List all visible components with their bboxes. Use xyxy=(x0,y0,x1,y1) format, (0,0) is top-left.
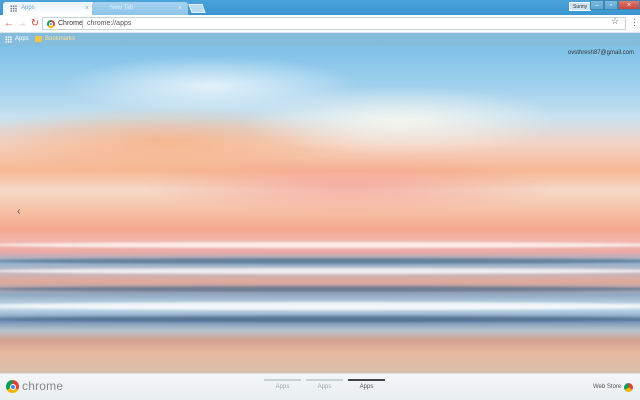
background-wave xyxy=(0,302,640,310)
apps-footer: chrome Apps Apps Apps Web Store xyxy=(0,373,640,400)
minimize-button[interactable]: – xyxy=(590,0,604,10)
url-text[interactable]: chrome://apps xyxy=(87,18,131,29)
bookmark-label: Bookmarks xyxy=(45,36,76,42)
page-switcher-apps-1[interactable]: Apps xyxy=(264,379,301,390)
background-sunset-glow xyxy=(140,156,560,216)
background-wave xyxy=(0,286,640,292)
forward-arrow-icon[interactable]: → xyxy=(16,18,28,30)
address-bar[interactable]: Chrome chrome://apps xyxy=(42,17,626,30)
bookmark-label: Apps xyxy=(15,36,29,42)
chrome-logo-icon xyxy=(6,380,19,393)
page-switcher-apps-3[interactable]: Apps xyxy=(348,379,385,390)
close-window-button[interactable]: × xyxy=(618,0,640,10)
background-cloud xyxy=(240,86,560,156)
close-icon[interactable]: × xyxy=(85,2,89,15)
web-store-icon[interactable] xyxy=(624,383,633,392)
page-label: Apps xyxy=(317,384,332,390)
background-wave xyxy=(0,268,640,274)
web-store-link[interactable]: Web Store xyxy=(593,384,621,390)
apps-page: ovsthresh87@gmail.com ‹ xyxy=(0,46,640,373)
background-wave xyxy=(0,258,640,264)
omnibox-chip: Chrome xyxy=(58,20,83,27)
bookmarks-bar: Apps Bookmarks xyxy=(0,33,640,46)
tab-apps[interactable]: Apps × xyxy=(3,2,95,15)
separator xyxy=(82,20,83,28)
page-indicator xyxy=(348,379,385,381)
profile-button[interactable]: Sunny xyxy=(569,2,592,11)
toolbar: ← → ↻ Chrome chrome://apps ☆ ⋮ xyxy=(0,15,640,33)
menu-icon[interactable]: ⋮ xyxy=(630,18,639,27)
title-bar: Apps × New Tab × Sunny – ▫ × xyxy=(0,0,640,15)
bookmark-apps[interactable]: Apps xyxy=(5,33,29,46)
tab-new-tab[interactable]: New Tab × xyxy=(92,2,188,15)
background-wave xyxy=(0,316,640,322)
page-switcher-apps-2[interactable]: Apps xyxy=(306,379,343,390)
chrome-wordmark: chrome xyxy=(22,379,64,393)
apps-grid-icon xyxy=(5,36,12,43)
folder-icon xyxy=(35,36,42,42)
chrome-icon xyxy=(47,20,55,28)
reload-icon[interactable]: ↻ xyxy=(29,18,41,30)
page-indicator xyxy=(264,379,301,381)
page-label: Apps xyxy=(359,384,374,390)
tab-label: Apps xyxy=(21,5,35,11)
back-arrow-icon[interactable]: ← xyxy=(3,18,15,30)
bookmark-star-icon[interactable]: ☆ xyxy=(611,17,619,26)
page-indicator xyxy=(306,379,343,381)
new-tab-button[interactable] xyxy=(188,4,206,13)
background-wave xyxy=(0,242,640,248)
maximize-button[interactable]: ▫ xyxy=(604,0,618,10)
close-icon[interactable]: × xyxy=(178,2,182,15)
chevron-left-icon[interactable]: ‹ xyxy=(17,206,20,217)
tab-label: New Tab xyxy=(110,5,134,11)
apps-grid-icon xyxy=(10,5,17,12)
page-label: Apps xyxy=(275,384,290,390)
account-email[interactable]: ovsthresh87@gmail.com xyxy=(568,50,634,56)
bookmark-folder[interactable]: Bookmarks xyxy=(35,33,75,46)
